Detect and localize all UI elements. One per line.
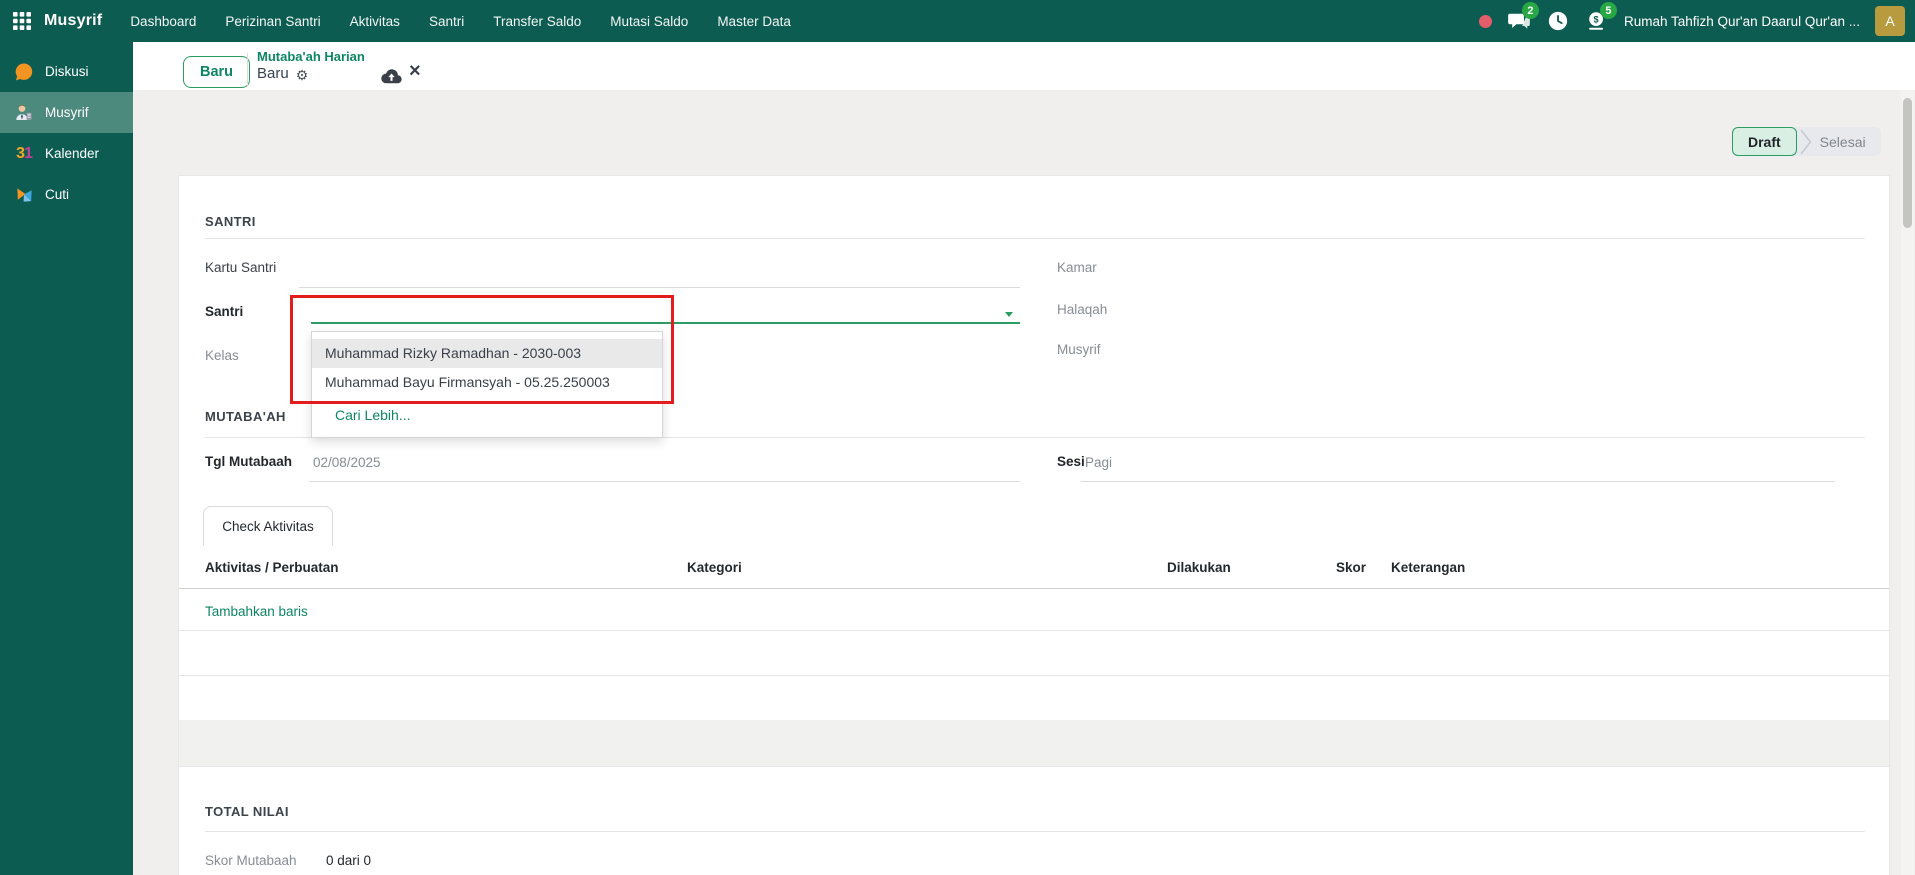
label-sesi: Sesi bbox=[1057, 454, 1085, 469]
col-header-kategori[interactable]: Kategori bbox=[687, 560, 742, 575]
sidebar-item-musyrif[interactable]: Musyrif bbox=[0, 92, 133, 133]
table-footer-band bbox=[179, 720, 1889, 767]
menu-transfer-saldo[interactable]: Transfer Saldo bbox=[493, 14, 581, 29]
menu-master-data[interactable]: Master Data bbox=[717, 14, 791, 29]
new-record-button[interactable]: Baru bbox=[183, 56, 251, 88]
col-header-aktivitas[interactable]: Aktivitas / Perbuatan bbox=[205, 560, 339, 575]
chat-drop-icon bbox=[13, 61, 35, 83]
sesi-underline bbox=[1081, 481, 1835, 482]
clock-icon bbox=[1547, 10, 1569, 32]
label-tgl-mutabaah: Tgl Mutabaah bbox=[205, 454, 292, 469]
breadcrumb-record-name: Baru bbox=[257, 65, 289, 83]
label-kelas: Kelas bbox=[205, 348, 239, 363]
divider bbox=[205, 238, 1865, 239]
user-avatar[interactable]: A bbox=[1875, 6, 1905, 36]
apps-grid-icon bbox=[13, 12, 31, 30]
section-title-total-nilai: TOTAL NILAI bbox=[205, 804, 289, 819]
cloud-upload-icon bbox=[381, 68, 402, 84]
santri-underline-focused bbox=[311, 322, 1020, 324]
person-icon bbox=[13, 102, 35, 124]
sidebar-item-label: Cuti bbox=[45, 187, 70, 202]
sidebar-item-label: Musyrif bbox=[45, 105, 89, 120]
santri-input[interactable] bbox=[311, 298, 1011, 324]
top-menu: Dashboard Perizinan Santri Aktivitas San… bbox=[130, 14, 791, 29]
recording-status-dot bbox=[1478, 14, 1492, 28]
menu-aktivitas[interactable]: Aktivitas bbox=[350, 14, 400, 29]
kartu-santri-input[interactable] bbox=[299, 256, 1020, 282]
menu-perizinan-santri[interactable]: Perizinan Santri bbox=[225, 14, 320, 29]
close-icon: × bbox=[409, 60, 421, 82]
statusbar-chevron-icon bbox=[1800, 128, 1812, 156]
sidebar-item-label: Diskusi bbox=[45, 64, 89, 79]
calendar-31-icon: 31 bbox=[16, 144, 33, 162]
label-kartu-santri: Kartu Santri bbox=[205, 260, 277, 275]
divider bbox=[205, 831, 1865, 832]
activities-clock-button[interactable] bbox=[1546, 9, 1570, 33]
sidebar-item-cuti[interactable]: Cuti bbox=[0, 174, 133, 215]
sidebar-item-label: Kalender bbox=[45, 146, 100, 161]
table-row bbox=[179, 675, 1889, 676]
control-panel: Baru Mutaba'ah Harian Baru ⚙ × bbox=[133, 42, 1915, 90]
santri-option-1[interactable]: Muhammad Rizky Ramadhan - 2030-003 bbox=[312, 339, 662, 368]
label-musyrif: Musyrif bbox=[1057, 342, 1101, 357]
save-cloud-button[interactable] bbox=[381, 68, 402, 84]
santri-dropdown-menu: Muhammad Rizky Ramadhan - 2030-003 Muham… bbox=[311, 331, 663, 438]
payroll-notifications-button[interactable]: $ 5 bbox=[1585, 2, 1617, 33]
payroll-count-badge: 5 bbox=[1599, 2, 1617, 19]
status-selesai-button[interactable]: Selesai bbox=[1812, 134, 1881, 150]
sidebar-item-kalender[interactable]: 31 Kalender bbox=[0, 133, 133, 174]
apps-menu-button[interactable] bbox=[0, 0, 44, 42]
left-sidebar: Diskusi Musyrif 31 Kalender Cuti bbox=[0, 42, 133, 875]
col-header-skor[interactable]: Skor bbox=[1336, 560, 1366, 575]
topbar-right-zone: 2 $ 5 Rumah Tahfizh Qur'an Daarul Qur'an… bbox=[1478, 2, 1915, 36]
vertical-scrollbar bbox=[1901, 90, 1914, 875]
skor-mutabaah-value: 0 dari 0 bbox=[326, 853, 372, 868]
label-halaqah: Halaqah bbox=[1057, 302, 1108, 317]
table-row bbox=[179, 630, 1889, 631]
messages-button[interactable]: 2 bbox=[1507, 2, 1539, 33]
menu-santri[interactable]: Santri bbox=[429, 14, 464, 29]
sidebar-item-diskusi[interactable]: Diskusi bbox=[0, 51, 133, 92]
app-window: Musyrif Dashboard Perizinan Santri Aktiv… bbox=[0, 0, 1915, 875]
label-skor-mutabaah: Skor Mutabaah bbox=[205, 853, 297, 868]
form-sheet: SANTRI Kartu Santri Santri Kelas Kamar H… bbox=[178, 175, 1890, 875]
breadcrumb-model-link[interactable]: Mutaba'ah Harian bbox=[257, 49, 365, 65]
scrollbar-thumb[interactable] bbox=[1903, 98, 1912, 228]
add-row-link[interactable]: Tambahkan baris bbox=[205, 604, 308, 619]
col-header-keterangan[interactable]: Keterangan bbox=[1391, 560, 1465, 575]
company-user-menu[interactable]: Rumah Tahfizh Qur'an Daarul Qur'an ... bbox=[1624, 14, 1860, 29]
label-santri: Santri bbox=[205, 304, 244, 319]
statusbar: Draft Selesai bbox=[1732, 127, 1881, 156]
search-more-link[interactable]: Cari Lebih... bbox=[312, 402, 662, 428]
table-header-border bbox=[179, 588, 1889, 589]
svg-text:$: $ bbox=[1594, 14, 1599, 24]
tgl-mutabaah-underline bbox=[309, 481, 1020, 482]
breadcrumb: Mutaba'ah Harian Baru ⚙ bbox=[257, 49, 365, 84]
menu-dashboard[interactable]: Dashboard bbox=[130, 14, 196, 29]
gear-icon[interactable]: ⚙ bbox=[296, 68, 309, 82]
sesi-value[interactable]: Pagi bbox=[1085, 455, 1112, 470]
santri-dropdown-caret-icon[interactable] bbox=[1005, 312, 1013, 317]
section-title-mutabaah: MUTABA'AH bbox=[205, 409, 286, 424]
santri-option-2[interactable]: Muhammad Bayu Firmansyah - 05.25.250003 bbox=[312, 368, 662, 397]
pinwheel-icon bbox=[13, 184, 35, 206]
section-title-santri: SANTRI bbox=[205, 214, 256, 229]
menu-mutasi-saldo[interactable]: Mutasi Saldo bbox=[610, 14, 688, 29]
label-kamar: Kamar bbox=[1057, 260, 1097, 275]
top-navbar: Musyrif Dashboard Perizinan Santri Aktiv… bbox=[0, 0, 1915, 42]
col-header-dilakukan[interactable]: Dilakukan bbox=[1167, 560, 1231, 575]
discard-button[interactable]: × bbox=[409, 60, 421, 83]
tab-check-aktivitas[interactable]: Check Aktivitas bbox=[203, 506, 333, 546]
kartu-santri-underline bbox=[299, 287, 1020, 288]
divider bbox=[247, 53, 248, 87]
status-draft-button[interactable]: Draft bbox=[1732, 127, 1797, 156]
current-app-name[interactable]: Musyrif bbox=[44, 12, 102, 30]
tgl-mutabaah-value[interactable]: 02/08/2025 bbox=[313, 455, 381, 470]
messages-count-badge: 2 bbox=[1521, 2, 1539, 19]
